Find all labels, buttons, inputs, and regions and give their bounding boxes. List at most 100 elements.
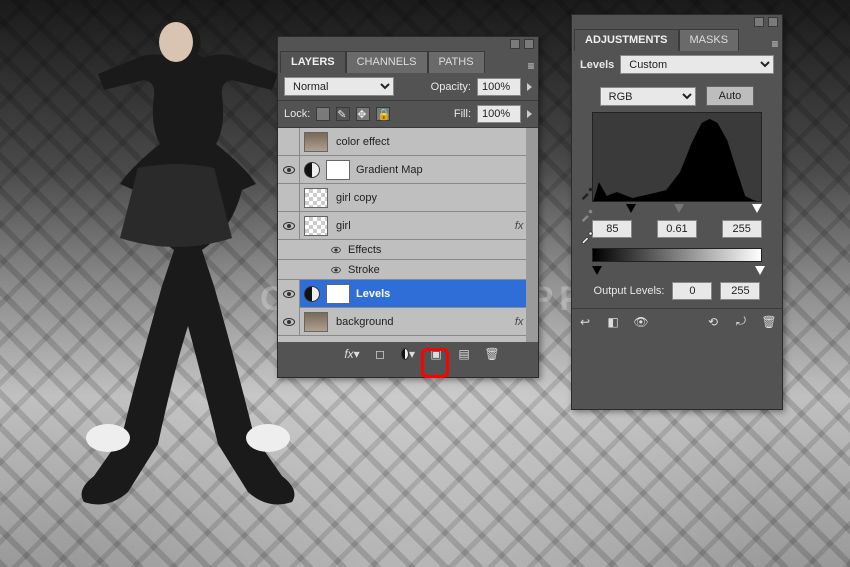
output-levels-row: Output Levels: xyxy=(580,282,774,300)
layer-mask-thumbnail[interactable] xyxy=(326,284,350,304)
levels-title-row: Levels Custom xyxy=(572,51,782,78)
white-point-slider[interactable] xyxy=(752,204,762,213)
black-point-slider[interactable] xyxy=(626,204,636,213)
channel-select[interactable]: RGB xyxy=(600,87,696,106)
output-black-input[interactable] xyxy=(672,282,712,300)
previous-icon[interactable]: ⟲ xyxy=(706,315,720,329)
collapse-icon[interactable] xyxy=(510,39,520,49)
tab-channels[interactable]: CHANNELS xyxy=(346,51,428,73)
new-layer-icon[interactable]: ▤ xyxy=(457,347,471,361)
visibility-toggle[interactable] xyxy=(278,212,300,240)
layer-row[interactable]: Levels xyxy=(278,280,538,308)
fill-input[interactable] xyxy=(477,105,521,123)
layer-thumbnail[interactable] xyxy=(304,312,328,332)
fill-label: Fill: xyxy=(454,108,471,120)
effect-stroke-label: Stroke xyxy=(348,264,380,276)
visibility-toggle[interactable] xyxy=(278,184,300,212)
lock-label: Lock: xyxy=(284,108,310,120)
eye-icon xyxy=(331,246,341,252)
output-black-slider[interactable] xyxy=(592,266,602,275)
preset-select[interactable]: Custom xyxy=(620,55,774,74)
layers-footer: fx▾ ◻ ▾ ▣ ▤ 🗑 xyxy=(278,342,538,366)
output-label: Output Levels: xyxy=(594,285,665,297)
white-input[interactable] xyxy=(722,220,762,238)
reset-icon[interactable]: ⤾ xyxy=(734,315,748,329)
white-eyedropper-icon[interactable] xyxy=(580,230,594,244)
layer-row[interactable]: Gradient Map xyxy=(278,156,538,184)
close-icon[interactable] xyxy=(524,39,534,49)
black-input[interactable] xyxy=(592,220,632,238)
panel-menu-icon[interactable]: ≡ xyxy=(524,59,538,73)
output-white-input[interactable] xyxy=(720,282,760,300)
layer-thumbnail[interactable] xyxy=(304,216,328,236)
group-icon[interactable]: ▣ xyxy=(429,347,443,361)
layer-name[interactable]: girl copy xyxy=(332,192,538,204)
visibility-toggle[interactable] xyxy=(278,128,300,156)
visibility-toggle[interactable] xyxy=(278,280,300,308)
histogram[interactable] xyxy=(592,112,762,202)
tab-adjustments[interactable]: ADJUSTMENTS xyxy=(574,29,679,51)
return-icon[interactable]: ↩ xyxy=(578,315,592,329)
view-icon[interactable]: 👁 xyxy=(634,315,648,329)
output-slider[interactable] xyxy=(592,266,762,276)
adjustment-icon[interactable] xyxy=(304,162,320,178)
output-gradient[interactable] xyxy=(592,248,762,262)
link-layers-icon[interactable] xyxy=(317,347,331,361)
lock-position-icon[interactable]: ✥ xyxy=(356,107,370,121)
lock-fill-row: Lock: ✎ ✥ 🔒 Fill: xyxy=(278,100,538,128)
layer-thumbnail[interactable] xyxy=(304,188,328,208)
clip-icon[interactable]: ◧ xyxy=(606,315,620,329)
eye-icon xyxy=(283,318,295,326)
layers-panel: LAYERS CHANNELS PATHS ≡ Normal Opacity: … xyxy=(277,36,539,378)
tab-layers[interactable]: LAYERS xyxy=(280,51,346,73)
trash-icon[interactable]: 🗑 xyxy=(762,315,776,329)
close-icon[interactable] xyxy=(768,17,778,27)
layer-mask-thumbnail[interactable] xyxy=(326,160,350,180)
layer-row[interactable]: girl copy xyxy=(278,184,538,212)
output-white-slider[interactable] xyxy=(755,266,765,275)
layer-row[interactable]: background fx ▾ xyxy=(278,308,538,336)
panel-titlebar[interactable] xyxy=(278,37,538,51)
layer-effect-row[interactable]: Stroke xyxy=(278,260,538,280)
panel-titlebar[interactable] xyxy=(572,15,782,29)
visibility-toggle[interactable] xyxy=(278,308,300,336)
layer-name[interactable]: background xyxy=(332,316,515,328)
adjustment-icon[interactable] xyxy=(304,286,320,302)
layer-name[interactable]: color effect xyxy=(332,136,538,148)
adjustment-layer-icon[interactable]: ▾ xyxy=(401,347,415,361)
effects-label: Effects xyxy=(348,244,381,256)
lock-transparency-icon[interactable] xyxy=(316,107,330,121)
tab-masks[interactable]: MASKS xyxy=(679,29,740,51)
lock-pixels-icon[interactable]: ✎ xyxy=(336,107,350,121)
fill-flyout-icon[interactable] xyxy=(527,110,532,118)
trash-icon[interactable]: 🗑 xyxy=(485,347,499,361)
eye-icon xyxy=(283,222,295,230)
layer-row[interactable]: girl fx ▾ xyxy=(278,212,538,240)
layer-thumbnail[interactable] xyxy=(304,132,328,152)
input-levels-row xyxy=(580,220,774,238)
layer-name[interactable]: Gradient Map xyxy=(352,164,538,176)
levels-title: Levels xyxy=(580,59,614,71)
opacity-flyout-icon[interactable] xyxy=(527,83,532,91)
layer-name[interactable]: Levels xyxy=(352,288,538,300)
layer-mask-icon[interactable]: ◻ xyxy=(373,347,387,361)
lock-all-icon[interactable]: 🔒 xyxy=(376,107,390,121)
panel-menu-icon[interactable]: ≡ xyxy=(768,37,782,51)
scrollbar[interactable] xyxy=(526,128,538,342)
collapse-icon[interactable] xyxy=(754,17,764,27)
opacity-input[interactable] xyxy=(477,78,521,96)
levels-body: RGB Auto Output Levels: xyxy=(572,78,782,308)
layer-name[interactable]: girl xyxy=(332,220,515,232)
layer-style-icon[interactable]: fx▾ xyxy=(345,347,359,361)
tab-paths[interactable]: PATHS xyxy=(428,51,485,73)
midtone-slider[interactable] xyxy=(674,204,684,213)
layer-row[interactable]: color effect xyxy=(278,128,538,156)
auto-button[interactable]: Auto xyxy=(706,86,755,106)
opacity-label: Opacity: xyxy=(431,81,471,93)
panel-tabs: ADJUSTMENTS MASKS ≡ xyxy=(572,29,782,51)
layer-effect-row[interactable]: Effects xyxy=(278,240,538,260)
blend-mode-select[interactable]: Normal xyxy=(284,77,394,96)
visibility-toggle[interactable] xyxy=(278,156,300,184)
mid-input[interactable] xyxy=(657,220,697,238)
input-slider[interactable] xyxy=(592,204,762,214)
